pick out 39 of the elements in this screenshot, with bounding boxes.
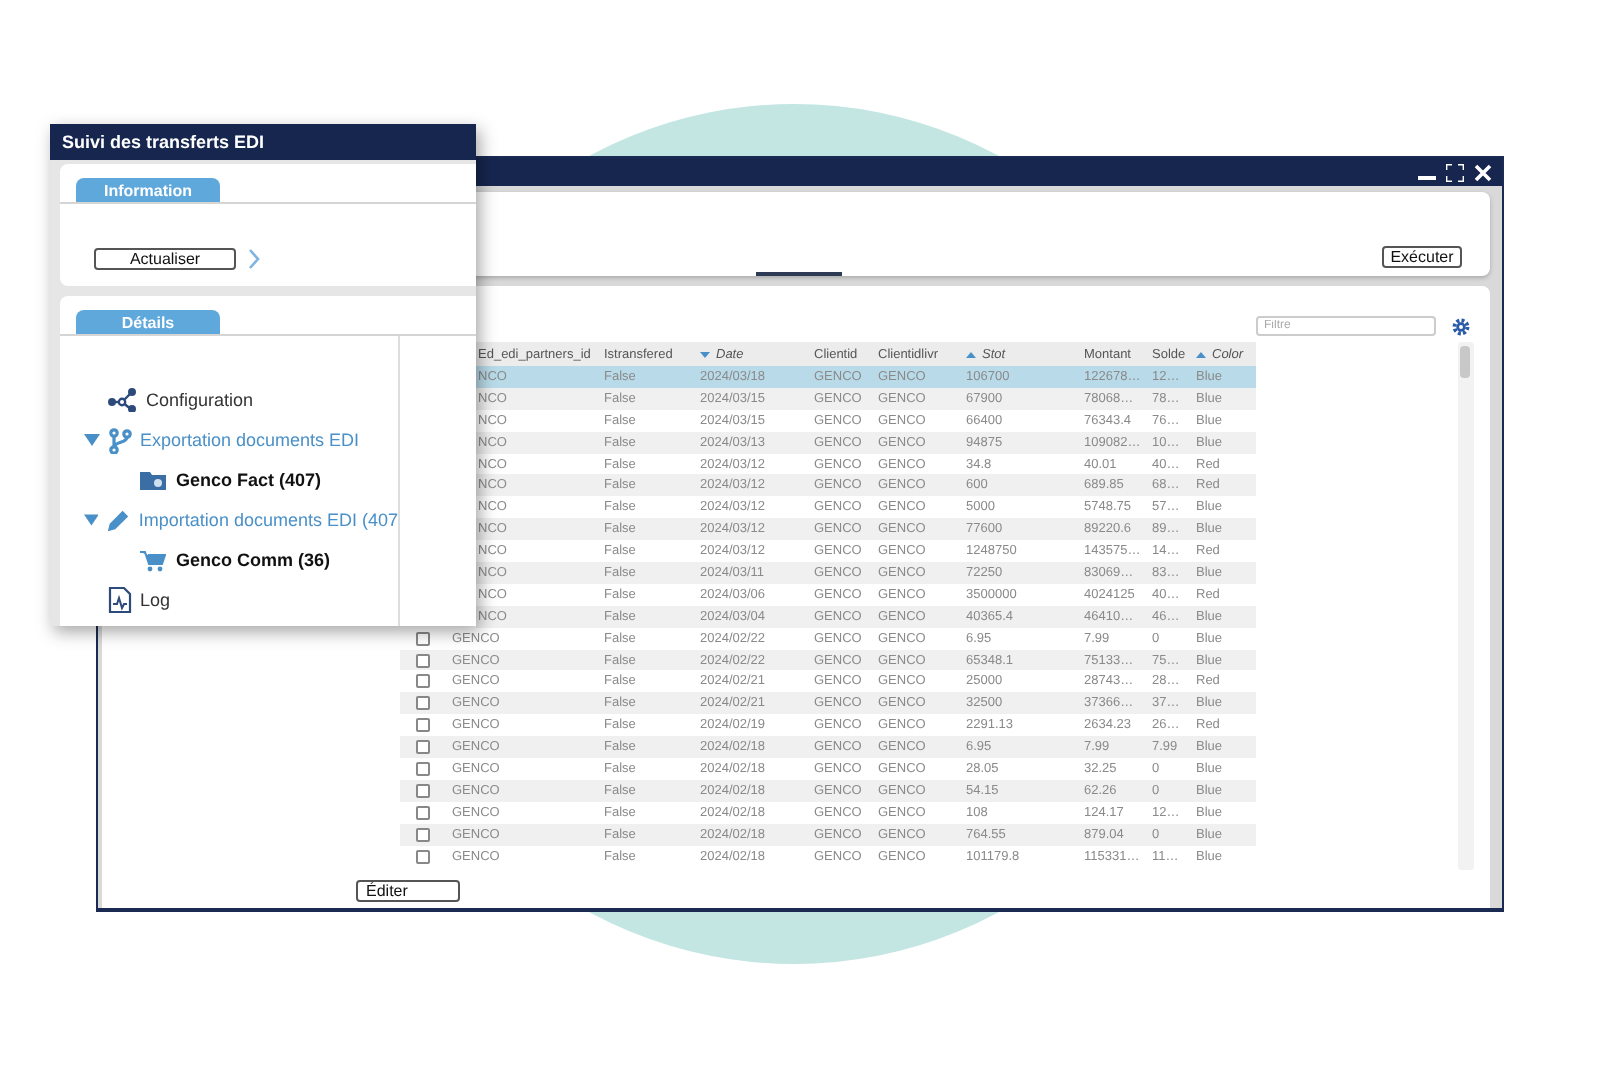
- checkbox[interactable]: [415, 849, 429, 864]
- window-title: Suivi des transferts EDI: [50, 124, 476, 160]
- tree-item[interactable]: Importation documents EDI (407: [138, 510, 398, 530]
- checkbox[interactable]: [415, 674, 429, 689]
- branch-icon: [108, 427, 132, 453]
- edit-button[interactable]: Éditer: [356, 880, 460, 902]
- pen-icon: [106, 507, 131, 533]
- tree-item[interactable]: Genco Fact (407): [176, 470, 322, 490]
- tree-item[interactable]: Configuration: [146, 390, 254, 410]
- close-icon[interactable]: [1474, 163, 1492, 181]
- tab[interactable]: Information: [76, 178, 220, 202]
- checkbox[interactable]: [415, 696, 429, 711]
- sort-down-icon[interactable]: [700, 351, 710, 357]
- caret-down-icon[interactable]: [84, 514, 99, 526]
- sort-up-icon[interactable]: [1196, 351, 1206, 357]
- tree-item[interactable]: Exportation documents EDI: [140, 430, 360, 450]
- maximize-icon[interactable]: [1446, 163, 1464, 181]
- checkbox[interactable]: [415, 631, 429, 646]
- checkbox[interactable]: [415, 827, 429, 842]
- caret-down-icon[interactable]: [84, 434, 100, 446]
- chevron-right-icon[interactable]: [248, 248, 260, 270]
- folder-icon: [140, 470, 166, 490]
- checkbox[interactable]: [415, 761, 429, 776]
- tab[interactable]: Détails: [76, 310, 220, 334]
- document-icon: [108, 586, 132, 614]
- tree-item[interactable]: Log: [140, 590, 171, 610]
- checkbox[interactable]: [415, 783, 429, 798]
- checkbox[interactable]: [415, 740, 429, 755]
- execute-button[interactable]: Exécuter: [1382, 246, 1462, 268]
- cart-icon: [140, 549, 166, 571]
- settings-icon[interactable]: [1452, 317, 1470, 335]
- checkbox[interactable]: [415, 718, 429, 733]
- network-icon: [108, 388, 138, 412]
- checkbox[interactable]: [415, 653, 429, 668]
- scrollbar-thumb[interactable]: [1460, 346, 1470, 378]
- sort-up-icon[interactable]: [966, 351, 976, 357]
- checkbox[interactable]: [415, 805, 429, 820]
- tree-item[interactable]: Genco Comm (36): [176, 550, 331, 570]
- refresh-button[interactable]: Actualiser: [94, 248, 236, 270]
